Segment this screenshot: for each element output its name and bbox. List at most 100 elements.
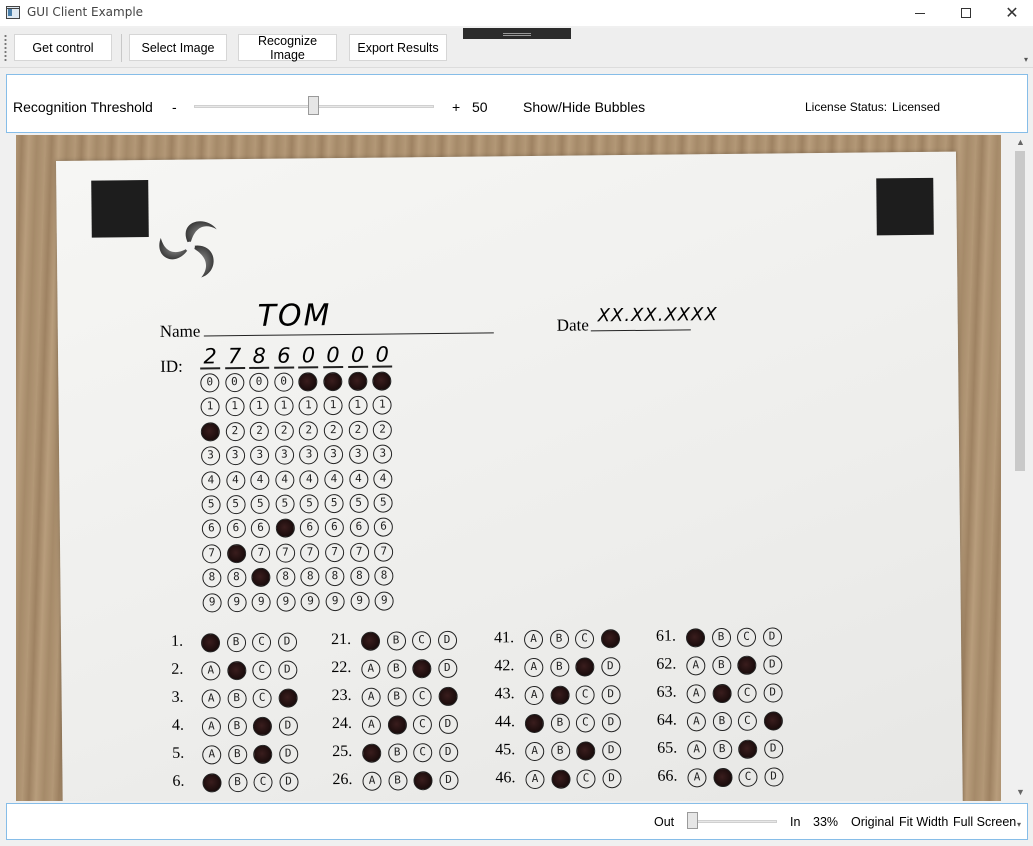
id-bubble: 9 xyxy=(251,592,271,612)
id-bubble: 5 xyxy=(275,494,295,514)
id-bubble: 1 xyxy=(249,397,269,417)
scroll-up-icon[interactable]: ▲ xyxy=(1016,137,1025,147)
toolbar-separator xyxy=(121,34,122,62)
license-status-label: License Status: xyxy=(805,100,888,114)
threshold-decrease[interactable]: - xyxy=(172,99,177,115)
question-number: 4. xyxy=(171,716,185,734)
answer-bubble: C xyxy=(575,713,596,733)
question-number: 61. xyxy=(655,627,677,645)
id-bubble: 2 xyxy=(225,421,245,442)
id-bubble: 9 xyxy=(350,591,370,611)
answer-bubble: B xyxy=(712,711,732,732)
answer-bubble: B xyxy=(227,717,247,737)
answer-bubble: B xyxy=(711,627,731,648)
zoom-fit-width-button[interactable]: Fit Width xyxy=(899,815,948,829)
id-bubble: 8 xyxy=(374,566,394,586)
id-bubble: 2 xyxy=(299,421,319,441)
answer-bubble: A xyxy=(361,715,382,735)
answer-bubble: D xyxy=(763,711,783,731)
answer-bubble: C xyxy=(738,739,758,759)
question-number: 42. xyxy=(494,657,515,675)
answer-bubble: C xyxy=(575,685,595,705)
id-bubble: 6 xyxy=(373,517,394,538)
close-button[interactable]: ✕ xyxy=(989,0,1033,26)
answer-bubble: D xyxy=(763,683,783,703)
answer-bubble: A xyxy=(686,712,707,732)
id-bubble: 5 xyxy=(349,493,369,513)
id-digit-handwriting: 0 xyxy=(322,343,344,369)
answer-bubble: D xyxy=(762,655,782,675)
answer-bubble: D xyxy=(278,772,299,792)
show-hide-bubbles-button[interactable]: Show/Hide Bubbles xyxy=(523,99,645,115)
id-bubble: 2 xyxy=(372,420,393,440)
answer-bubble: A xyxy=(524,713,545,734)
id-bubble: 6 xyxy=(226,519,246,539)
image-viewport[interactable]: Name TOM Date XX.XX.XXXX ID: 20123456789… xyxy=(16,135,1001,801)
threshold-increase[interactable]: + xyxy=(452,99,460,115)
answer-bubble: A xyxy=(202,745,222,765)
question-number: 3. xyxy=(171,688,184,706)
recognize-image-button[interactable]: Recognize Image xyxy=(238,34,337,62)
id-bubble: 3 xyxy=(200,446,221,466)
answer-bubble: A xyxy=(201,689,221,709)
id-label: ID: xyxy=(160,356,183,376)
answer-bubble: C xyxy=(576,741,596,761)
answer-bubble: A xyxy=(524,685,544,706)
answer-bubble: B xyxy=(549,629,569,649)
question-number: 2. xyxy=(171,660,184,678)
vertical-scrollbar[interactable]: ▲ ▼ xyxy=(1012,135,1029,801)
threshold-slider-thumb[interactable] xyxy=(308,96,319,115)
answer-bubble: C xyxy=(737,711,758,731)
zoom-slider-thumb[interactable] xyxy=(687,812,698,829)
answer-bubble: A xyxy=(200,633,221,653)
scrollbar-thumb[interactable] xyxy=(1015,151,1025,471)
select-image-button[interactable]: Select Image xyxy=(129,34,227,61)
id-bubble: 0 xyxy=(372,371,392,391)
question-number: 1. xyxy=(170,632,184,650)
id-bubble: 9 xyxy=(227,592,247,612)
answer-bubble: C xyxy=(412,687,432,707)
id-bubble: 9 xyxy=(374,591,394,611)
id-bubble: 2 xyxy=(274,421,294,441)
zoom-in-button[interactable]: In xyxy=(790,815,800,829)
zoom-full-screen-button[interactable]: Full Screen xyxy=(953,815,1016,829)
answer-bubble: A xyxy=(686,656,706,676)
zoom-out-button[interactable]: Out xyxy=(654,815,674,829)
id-bubble: 4 xyxy=(225,470,246,490)
export-results-button[interactable]: Export Results xyxy=(349,34,447,61)
answer-bubble: C xyxy=(736,627,757,647)
answer-bubble: D xyxy=(438,686,458,707)
id-bubble: 7 xyxy=(202,544,222,564)
answer-bubble: D xyxy=(437,658,457,679)
answer-bubble: C xyxy=(412,659,432,679)
id-bubble: 8 xyxy=(325,567,345,587)
threshold-label: Recognition Threshold xyxy=(13,99,153,115)
id-bubble: 0 xyxy=(200,373,220,393)
id-bubble: 2 xyxy=(323,420,343,441)
statusbar-overflow-icon[interactable]: ▾ xyxy=(1017,820,1021,829)
answer-bubble: D xyxy=(438,742,458,763)
minimize-button[interactable] xyxy=(897,0,943,26)
question-number: 64. xyxy=(656,711,677,729)
answer-bubble: D xyxy=(601,685,621,705)
id-bubble: 1 xyxy=(225,397,245,417)
id-bubble: 7 xyxy=(325,542,345,562)
maximize-button[interactable] xyxy=(943,0,989,26)
id-bubble: 6 xyxy=(250,519,271,539)
id-bubble: 1 xyxy=(348,396,368,416)
answer-bubble: C xyxy=(413,743,433,763)
id-bubble: 8 xyxy=(226,568,247,588)
answer-bubble: A xyxy=(362,743,382,763)
id-bubble: 5 xyxy=(250,494,270,514)
scroll-down-icon[interactable]: ▼ xyxy=(1016,787,1025,797)
drag-handle[interactable] xyxy=(463,28,571,39)
zoom-original-button[interactable]: Original xyxy=(851,815,894,829)
toolbar-grip[interactable] xyxy=(4,34,7,62)
zoom-slider-track[interactable] xyxy=(687,820,777,823)
id-bubble: 3 xyxy=(373,444,393,464)
question-number: 45. xyxy=(495,741,516,759)
get-control-button[interactable]: Get control xyxy=(14,34,112,61)
answer-bubble: C xyxy=(253,744,273,764)
id-bubble: 7 xyxy=(251,543,271,563)
toolbar-overflow-icon[interactable]: ▾ xyxy=(1024,55,1028,64)
